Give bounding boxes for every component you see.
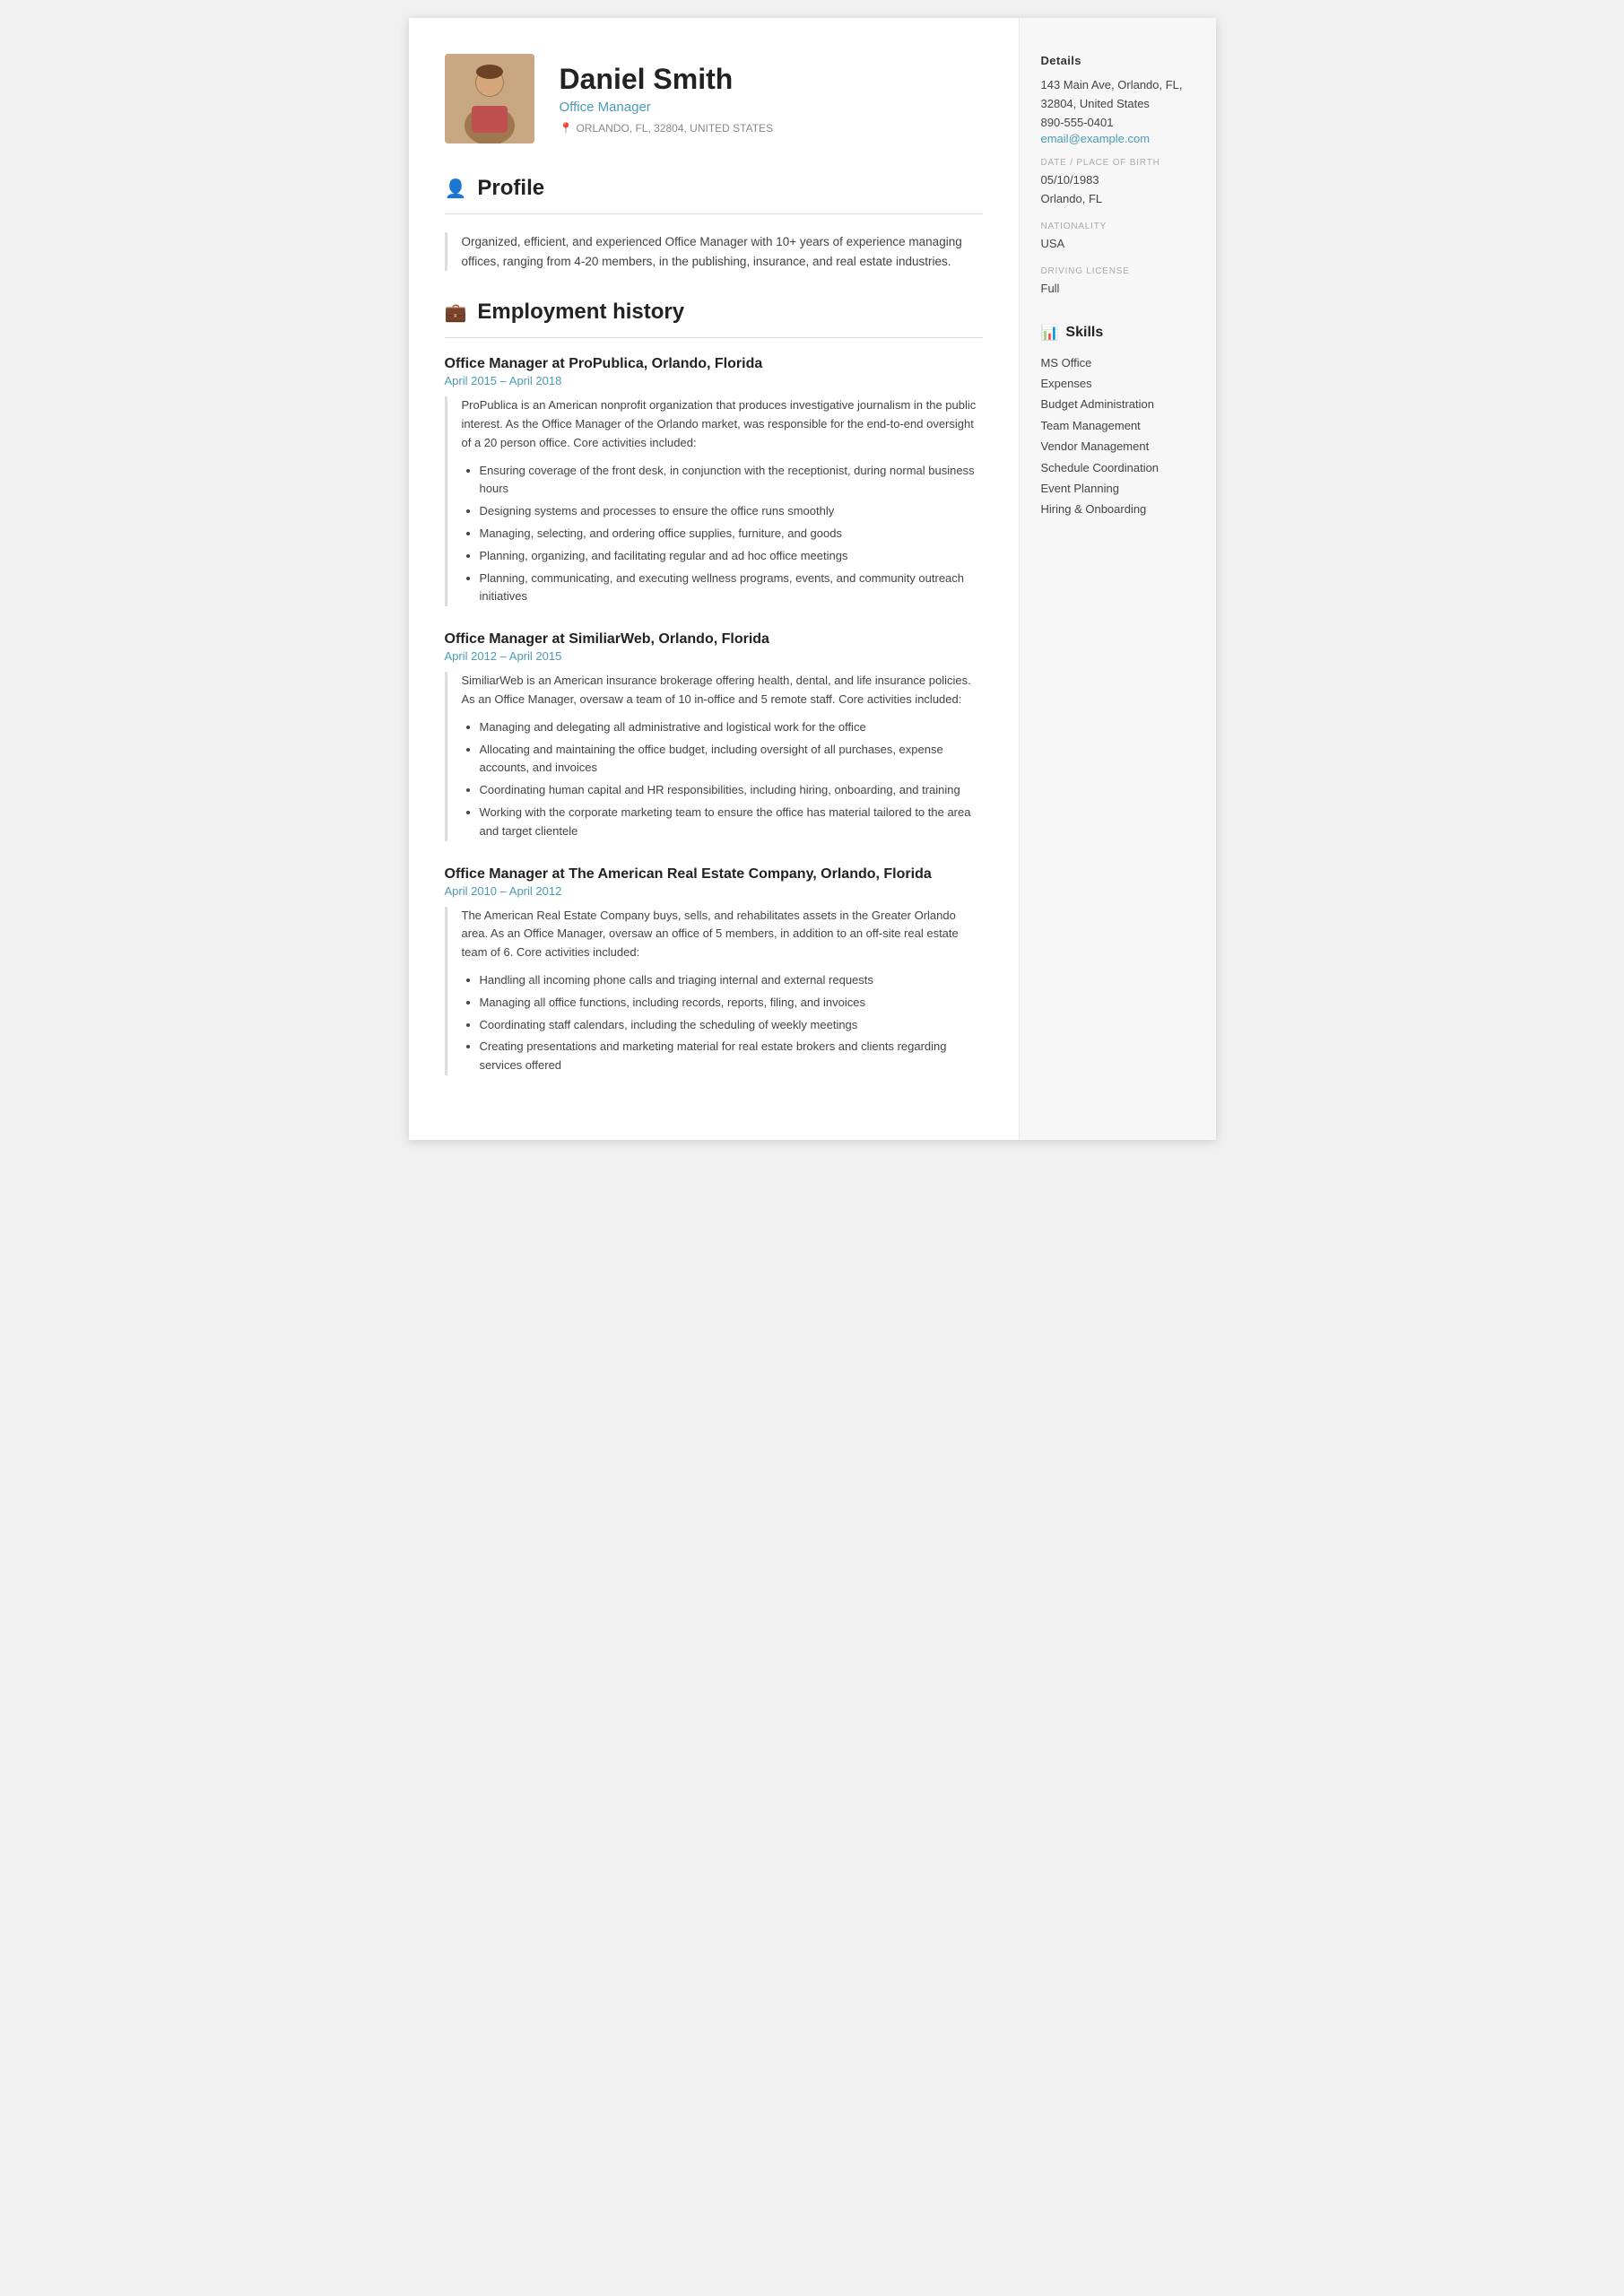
job-description: SimiliarWeb is an American insurance bro… — [462, 672, 983, 709]
job-content-wrapper: ProPublica is an American nonprofit orga… — [445, 396, 983, 606]
job-title: Office Manager at The American Real Esta… — [445, 866, 983, 883]
resume-document: Daniel Smith Office Manager 📍 ORLANDO, F… — [409, 18, 1216, 1140]
sidebar-nationality: USA — [1041, 235, 1194, 254]
sidebar-skills: 📊 Skills MS OfficeExpensesBudget Adminis… — [1041, 324, 1194, 520]
list-item: Coordinating staff calendars, including … — [480, 1016, 983, 1035]
job-title: Office Manager at ProPublica, Orlando, F… — [445, 356, 983, 372]
header-info: Daniel Smith Office Manager 📍 ORLANDO, F… — [560, 63, 774, 135]
list-item: Creating presentations and marketing mat… — [480, 1038, 983, 1075]
candidate-title: Office Manager — [560, 100, 774, 115]
job-entry: Office Manager at SimiliarWeb, Orlando, … — [445, 631, 983, 840]
list-item: Working with the corporate marketing tea… — [480, 804, 983, 841]
job-description: The American Real Estate Company buys, s… — [462, 907, 983, 962]
dob-label: DATE / PLACE OF BIRTH — [1041, 158, 1194, 168]
sidebar-phone: 890-555-0401 — [1041, 114, 1194, 133]
sidebar-details: Details 143 Main Ave, Orlando, FL, 32804… — [1041, 54, 1194, 299]
profile-icon: 👤 — [445, 178, 467, 200]
main-column: Daniel Smith Office Manager 📍 ORLANDO, F… — [409, 18, 1019, 1140]
sidebar-dob-place: Orlando, FL — [1041, 190, 1194, 209]
candidate-location: 📍 ORLANDO, FL, 32804, UNITED STATES — [560, 122, 774, 135]
job-dates: April 2010 – April 2012 — [445, 884, 983, 898]
job-bullets: Managing and delegating all administrati… — [462, 718, 983, 841]
list-item: Planning, organizing, and facilitating r… — [480, 547, 983, 566]
employment-section-header: 💼 Employment history — [445, 300, 983, 325]
list-item: Planning, communicating, and executing w… — [480, 570, 983, 607]
job-description: ProPublica is an American nonprofit orga… — [462, 396, 983, 452]
candidate-name: Daniel Smith — [560, 63, 774, 96]
skill-item: Budget Administration — [1041, 394, 1194, 414]
employment-divider — [445, 337, 983, 338]
avatar — [445, 54, 534, 144]
sidebar-dob: 05/10/1983 — [1041, 171, 1194, 190]
list-item: Managing, selecting, and ordering office… — [480, 525, 983, 544]
skill-item: MS Office — [1041, 352, 1194, 373]
job-content-wrapper: SimiliarWeb is an American insurance bro… — [445, 672, 983, 840]
sidebar-driving: Full — [1041, 280, 1194, 299]
sidebar-email[interactable]: email@example.com — [1041, 132, 1194, 145]
sidebar-details-title: Details — [1041, 54, 1194, 67]
driving-label: DRIVING LICENSE — [1041, 266, 1194, 276]
list-item: Handling all incoming phone calls and tr… — [480, 971, 983, 990]
list-item: Ensuring coverage of the front desk, in … — [480, 462, 983, 500]
skill-item: Schedule Coordination — [1041, 457, 1194, 478]
skills-icon: 📊 — [1041, 324, 1059, 342]
list-item: Allocating and maintaining the office bu… — [480, 741, 983, 778]
job-content-wrapper: The American Real Estate Company buys, s… — [445, 907, 983, 1075]
list-item: Designing systems and processes to ensur… — [480, 502, 983, 521]
skills-title-text: Skills — [1065, 325, 1103, 341]
profile-text: Organized, efficient, and experienced Of… — [445, 232, 983, 271]
list-item: Managing all office functions, including… — [480, 994, 983, 1013]
skill-item: Expenses — [1041, 373, 1194, 394]
profile-section-title: Profile — [477, 176, 544, 201]
profile-section: 👤 Profile Organized, efficient, and expe… — [445, 176, 983, 271]
skill-item: Hiring & Onboarding — [1041, 499, 1194, 519]
jobs-container: Office Manager at ProPublica, Orlando, F… — [445, 356, 983, 1075]
job-entry: Office Manager at ProPublica, Orlando, F… — [445, 356, 983, 606]
skills-section-title: 📊 Skills — [1041, 324, 1194, 342]
nationality-label: NATIONALITY — [1041, 222, 1194, 231]
profile-section-header: 👤 Profile — [445, 176, 983, 201]
job-dates: April 2012 – April 2015 — [445, 649, 983, 663]
location-pin-icon: 📍 — [560, 122, 573, 135]
skill-item: Team Management — [1041, 415, 1194, 436]
skill-item: Vendor Management — [1041, 436, 1194, 457]
employment-section-title: Employment history — [477, 300, 684, 325]
sidebar: Details 143 Main Ave, Orlando, FL, 32804… — [1019, 18, 1216, 1140]
briefcase-icon: 💼 — [445, 301, 467, 324]
skills-list: MS OfficeExpensesBudget AdministrationTe… — [1041, 352, 1194, 520]
job-dates: April 2015 – April 2018 — [445, 374, 983, 387]
resume-header: Daniel Smith Office Manager 📍 ORLANDO, F… — [445, 54, 983, 144]
profile-divider — [445, 213, 983, 214]
list-item: Managing and delegating all administrati… — [480, 718, 983, 737]
skill-item: Event Planning — [1041, 478, 1194, 499]
job-title: Office Manager at SimiliarWeb, Orlando, … — [445, 631, 983, 648]
sidebar-address: 143 Main Ave, Orlando, FL, 32804, United… — [1041, 76, 1194, 114]
job-entry: Office Manager at The American Real Esta… — [445, 866, 983, 1075]
job-bullets: Handling all incoming phone calls and tr… — [462, 971, 983, 1075]
employment-section: 💼 Employment history Office Manager at P… — [445, 300, 983, 1075]
list-item: Coordinating human capital and HR respon… — [480, 781, 983, 800]
job-bullets: Ensuring coverage of the front desk, in … — [462, 462, 983, 607]
